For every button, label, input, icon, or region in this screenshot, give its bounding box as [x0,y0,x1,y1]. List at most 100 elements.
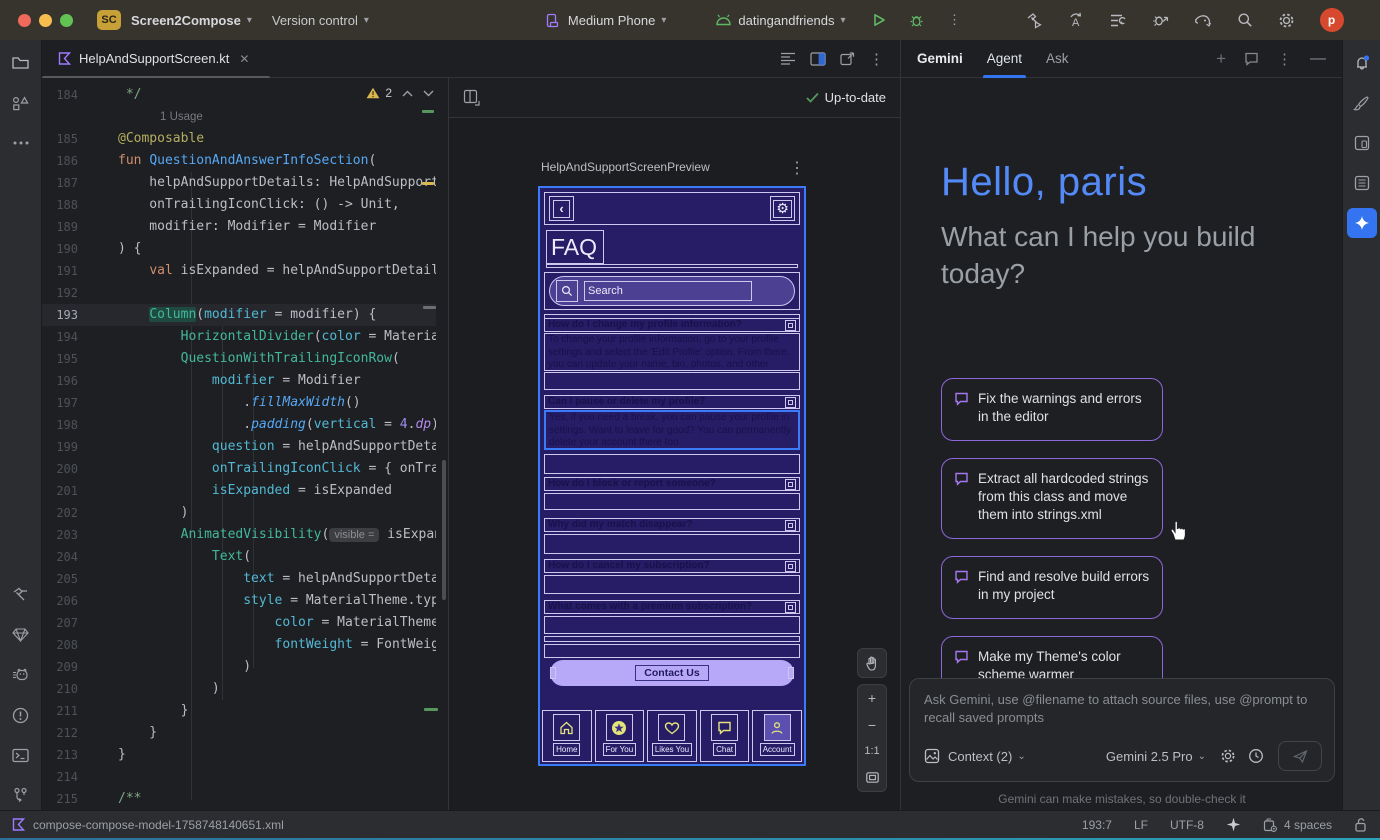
preview-layout-icon[interactable] [463,89,480,106]
tab-helpandsupportscreen[interactable]: HelpAndSupportScreen.kt ✕ [42,40,263,78]
code-line-194[interactable]: 194 HorizontalDivider(color = MaterialTh… [42,326,436,348]
traffic-lights[interactable] [0,14,81,27]
zoom-reset-button[interactable]: 1:1 [858,739,886,764]
logcat-icon[interactable] [6,660,36,690]
suggestion-card-2[interactable]: Extract all hardcoded strings from this … [941,458,1163,539]
usage-inlay-hint[interactable]: 1 Usage [42,106,436,128]
hide-panel-icon[interactable]: — [1310,50,1326,68]
code-line-206[interactable]: 206 style = MaterialTheme.typogra [42,590,436,612]
close-tab-icon[interactable]: ✕ [237,52,251,66]
code-editor[interactable]: 184 */1 Usage185@Composable186fun Questi… [42,78,448,810]
statusbar-file-label[interactable]: compose-compose-model-1758748140651.xml [33,818,284,832]
code-line-196[interactable]: 196 modifier = Modifier [42,370,436,392]
code-line-199[interactable]: 199 question = helpAndSupportDetails.q [42,436,436,458]
code-line-209[interactable]: 209 ) [42,656,436,678]
device-manager-icon[interactable] [1347,128,1377,158]
user-avatar[interactable]: p [1320,8,1344,32]
prev-problem-chevron-icon[interactable] [402,90,413,97]
sparkle-icon[interactable] [1226,817,1241,832]
tab-agent[interactable]: Agent [987,40,1022,78]
problems-icon[interactable] [6,700,36,730]
screenshot-brush-icon[interactable] [1347,88,1377,118]
suggestion-card-1[interactable]: Fix the warnings and errors in the edito… [941,378,1163,441]
new-chat-plus-icon[interactable]: + [1216,49,1226,69]
code-line-197[interactable]: 197 .fillMaxWidth() [42,392,436,414]
zoom-in-button[interactable]: + [858,686,886,711]
zoom-out-button[interactable]: − [858,712,886,737]
inspections-widget[interactable]: 2 [366,86,434,100]
minimize-window-button[interactable] [39,14,52,27]
more-actions-kebab-icon[interactable]: ⋮ [946,11,964,29]
code-line-190[interactable]: 190) { [42,238,436,260]
code-line-189[interactable]: 189 modifier: Modifier = Modifier [42,216,436,238]
gradle-sync-icon[interactable] [1194,11,1212,29]
code-line-185[interactable]: 185@Composable [42,128,436,150]
version-control-tool-icon[interactable] [6,780,36,810]
version-control-menu[interactable]: Version control ▾ [262,6,379,34]
gemini-tool-icon[interactable] [1347,208,1377,238]
project-menu[interactable]: Screen2Compose ▾ [121,6,262,34]
code-line-201[interactable]: 201 isExpanded = isExpanded [42,480,436,502]
more-tool-windows-icon[interactable] [6,128,36,158]
search-everywhere-icon[interactable] [1236,11,1254,29]
build-tool-icon[interactable] [6,580,36,610]
code-line-202[interactable]: 202 ) [42,502,436,524]
debug-button[interactable] [908,11,926,29]
code-line-211[interactable]: 211 } [42,700,436,722]
run-button[interactable] [870,11,888,29]
caret-position[interactable]: 193:7 [1082,818,1112,832]
app-quality-insights-icon[interactable] [6,620,36,650]
editor-options-kebab-icon[interactable]: ⋮ [869,50,884,68]
chat-history-icon[interactable] [1244,52,1259,66]
terminal-icon[interactable] [6,740,36,770]
send-button[interactable] [1278,741,1322,771]
suggestion-card-3[interactable]: Find and resolve build errors in my proj… [941,556,1163,619]
code-line-210[interactable]: 210 ) [42,678,436,700]
code-line-207[interactable]: 207 color = MaterialTheme. [42,612,436,634]
unlocked-padlock-icon[interactable] [1354,817,1368,832]
refactor-icon[interactable]: A [1068,11,1086,29]
code-line-214[interactable]: 214 [42,766,436,788]
code-line-204[interactable]: 204 Text( [42,546,436,568]
code-line-186[interactable]: 186fun QuestionAndAnswerInfoSection( [42,150,436,172]
code-line-205[interactable]: 205 text = helpAndSupportDetails.a [42,568,436,590]
line-ending[interactable]: LF [1134,818,1148,832]
vertical-scrollbar-thumb[interactable] [442,460,446,600]
next-problem-chevron-icon[interactable] [423,90,434,97]
zoom-to-fit-button[interactable] [858,765,886,790]
structure-list-icon[interactable] [780,52,796,65]
model-dropdown[interactable]: Gemini 2.5 Pro ⌄ [1106,749,1206,764]
run-configuration-selector[interactable]: datingandfriends ▾ [704,6,855,34]
code-line-195[interactable]: 195 QuestionWithTrailingIconRow( [42,348,436,370]
code-line-212[interactable]: 212 } [42,722,436,744]
attach-image-icon[interactable] [924,748,940,764]
detach-editor-icon[interactable] [840,52,855,66]
running-devices-icon[interactable] [1347,168,1377,198]
panel-options-kebab-icon[interactable]: ⋮ [1277,50,1292,68]
code-line-203[interactable]: 203 AnimatedVisibility(visible = isExpan… [42,524,436,546]
gemini-input-box[interactable]: Ask Gemini, use @filename to attach sour… [909,678,1335,782]
resource-manager-icon[interactable] [6,88,36,118]
gemini-settings-gear-icon[interactable] [1220,748,1236,764]
device-selector[interactable]: Medium Phone ▾ [534,6,676,34]
attach-debugger-icon[interactable] [1152,11,1170,29]
preview-options-kebab-icon[interactable]: ⋮ [789,158,805,178]
todo-list-icon[interactable] [1110,11,1128,29]
code-line-215[interactable]: 215/** [42,788,436,810]
code-line-208[interactable]: 208 fontWeight = FontWeight.N [42,634,436,656]
code-line-198[interactable]: 198 .padding(vertical = 4.dp), [42,414,436,436]
notifications-bell-icon[interactable] [1347,48,1377,78]
file-encoding[interactable]: UTF-8 [1170,818,1204,832]
code-line-187[interactable]: 187 helpAndSupportDetails: HelpAndSuppor… [42,172,436,194]
build-run-icon[interactable] [1026,11,1044,29]
history-clock-icon[interactable] [1248,748,1264,764]
tab-ask[interactable]: Ask [1046,40,1069,78]
code-line-191[interactable]: 191 val isExpanded = helpAndSupportDetai… [42,260,436,282]
code-line-200[interactable]: 200 onTrailingIconClick = { onTrailingIc… [42,458,436,480]
code-line-192[interactable]: 192 [42,282,436,304]
phone-preview-frame[interactable]: ‹ ⚙ FAQ Search How do I change my profil… [538,186,806,766]
close-window-button[interactable] [18,14,31,27]
settings-gear-icon[interactable] [1278,11,1296,29]
pan-tool-button[interactable] [857,648,887,678]
code-line-213[interactable]: 213} [42,744,436,766]
